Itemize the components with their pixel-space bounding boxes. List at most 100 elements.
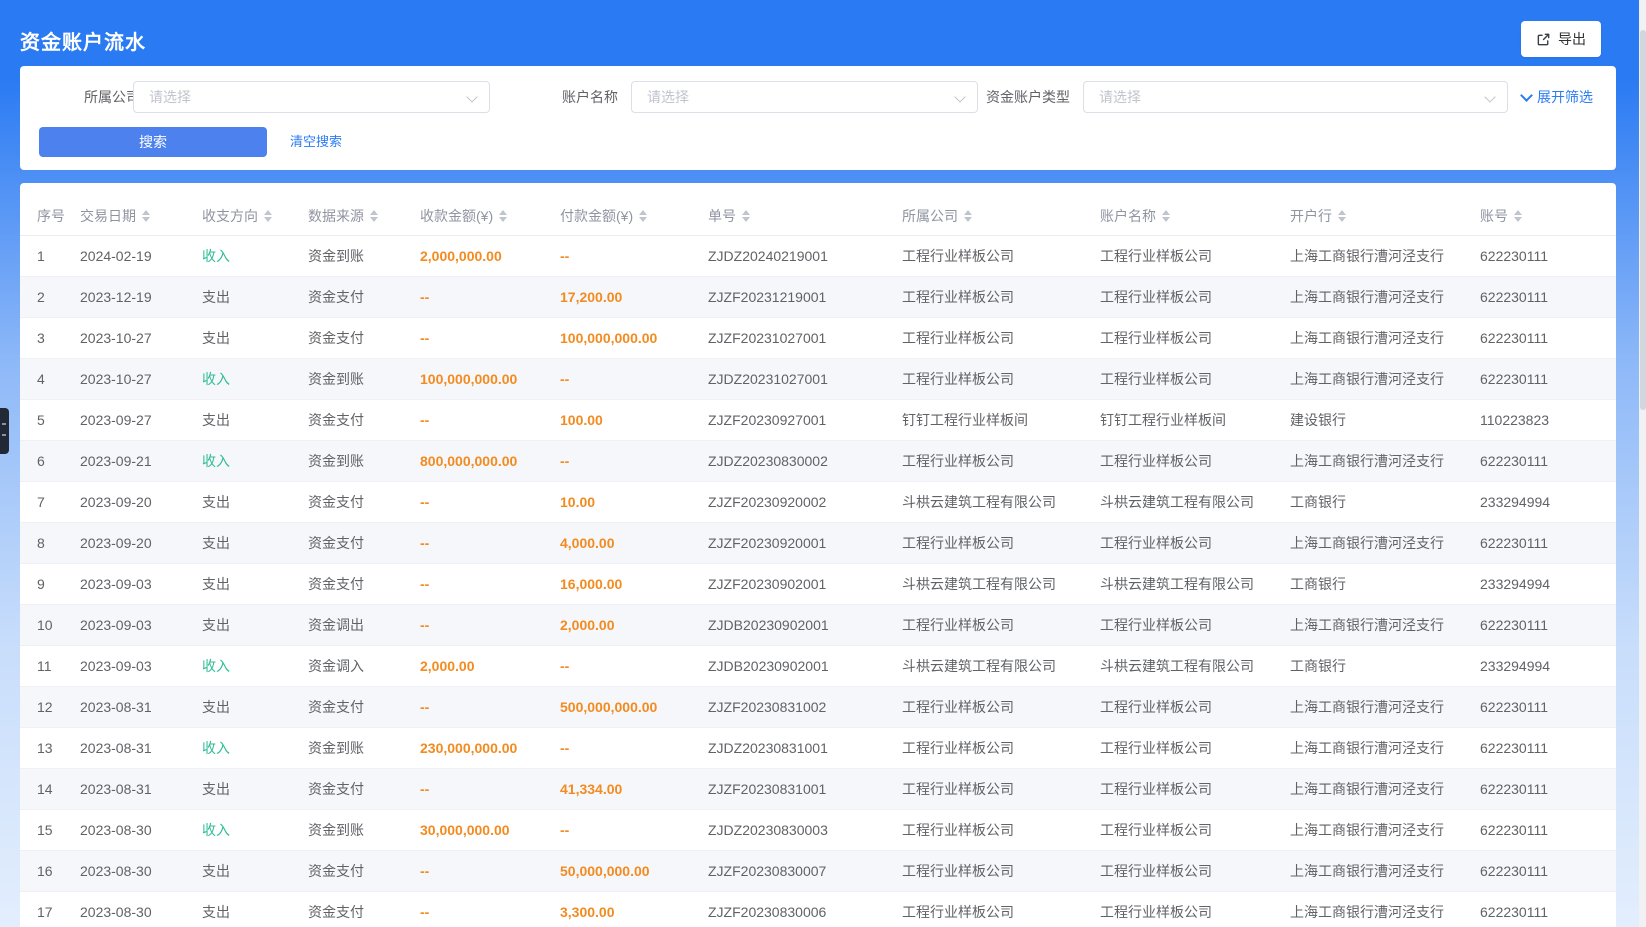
cell-income: 30,000,000.00 [410,822,550,838]
cell-account-no: 622230111 [1470,330,1616,346]
search-button[interactable]: 搜索 [39,127,267,157]
cell-expense: 4,000.00 [550,535,698,551]
table-row[interactable]: 42023-10-27收入资金到账100,000,000.00--ZJDZ202… [20,359,1616,400]
cell-account-name: 工程行业样板公司 [1090,287,1280,307]
column-header[interactable]: 收款金额(¥) [410,206,550,226]
scrollbar-thumb[interactable] [1640,30,1646,410]
cell-expense: -- [550,453,698,469]
cell-bank: 工商银行 [1280,492,1470,512]
column-header[interactable]: 单号 [698,206,892,226]
expand-filters-link[interactable]: 展开筛选 [1522,81,1593,113]
cell-bank: 上海工商银行漕河泾支行 [1280,369,1470,389]
cell-account-no: 622230111 [1470,699,1616,715]
cell-order-no: ZJDZ20231027001 [698,371,892,387]
cell-account-no: 622230111 [1470,371,1616,387]
cell-account-name: 工程行业样板公司 [1090,902,1280,922]
table-row[interactable]: 52023-09-27支出资金支付--100.00ZJZF20230927001… [20,400,1616,441]
sort-icon[interactable] [1514,210,1522,222]
column-header[interactable]: 付款金额(¥) [550,206,698,226]
clear-search-link[interactable]: 清空搜索 [290,127,342,157]
column-header[interactable]: 数据来源 [298,206,410,226]
column-header-label: 账户名称 [1100,206,1156,226]
cell-direction: 支出 [192,492,298,512]
transactions-table: 序号交易日期收支方向 数据来源收款金额(¥)付款金额(¥)单号所属公司账户名称 开户… [20,183,1616,927]
table-row[interactable]: 172023-08-30支出资金支付--3,300.00ZJZF20230830… [20,892,1616,927]
cell-date: 2023-08-30 [70,904,192,920]
cell-account-name: 工程行业样板公司 [1090,738,1280,758]
table-row[interactable]: 22023-12-19支出资金支付--17,200.00ZJZF20231219… [20,277,1616,318]
cell-expense: 41,334.00 [550,781,698,797]
table-row[interactable]: 142023-08-31支出资金支付--41,334.00ZJZF2023083… [20,769,1616,810]
cell-company: 工程行业样板公司 [892,369,1090,389]
cell-date: 2024-02-19 [70,248,192,264]
cell-seq: 17 [20,904,70,920]
cell-order-no: ZJDZ20230831001 [698,740,892,756]
cell-account-no: 622230111 [1470,535,1616,551]
export-button-label: 导出 [1558,29,1586,49]
sort-icon[interactable] [499,210,507,222]
column-header[interactable]: 账号 [1470,206,1616,226]
cell-account-name: 工程行业样板公司 [1090,246,1280,266]
column-header[interactable]: 收支方向 [192,206,298,226]
filter-select[interactable]: 请选择 [631,81,978,113]
sort-icon[interactable] [142,210,150,222]
chevron-down-icon [954,91,965,102]
cell-seq: 1 [20,248,70,264]
cell-account-no: 622230111 [1470,453,1616,469]
sort-icon[interactable] [639,210,647,222]
column-header[interactable]: 所属公司 [892,206,1090,226]
table-row[interactable]: 82023-09-20支出资金支付--4,000.00ZJZF202309200… [20,523,1616,564]
page-title: 资金账户流水 [20,26,146,55]
table-row[interactable]: 162023-08-30支出资金支付--50,000,000.00ZJZF202… [20,851,1616,892]
cell-seq: 6 [20,453,70,469]
cell-order-no: ZJZF20231219001 [698,289,892,305]
cell-account-name: 工程行业样板公司 [1090,820,1280,840]
cell-bank: 建设银行 [1280,410,1470,430]
sort-icon[interactable] [370,210,378,222]
cell-account-no: 622230111 [1470,617,1616,633]
column-header-label: 序号 [37,206,65,226]
column-header[interactable]: 账户名称 [1090,206,1280,226]
sidebar-collapsed-handle[interactable] [0,408,9,454]
filter-label: 资金账户类型 [962,81,1070,113]
sort-icon[interactable] [742,210,750,222]
table-row[interactable]: 92023-09-03支出资金支付--16,000.00ZJZF20230902… [20,564,1616,605]
sort-icon[interactable] [964,210,972,222]
cell-direction: 支出 [192,328,298,348]
sort-icon[interactable] [264,210,272,222]
filter-select[interactable]: 请选择 [133,81,490,113]
chevron-down-icon [1484,91,1495,102]
sort-icon[interactable] [1338,210,1346,222]
cell-account-no: 622230111 [1470,289,1616,305]
cell-date: 2023-09-27 [70,412,192,428]
sort-icon[interactable] [1162,210,1170,222]
cell-date: 2023-08-31 [70,740,192,756]
top-header-bar: 资金账户流水 导出 [0,0,1646,66]
chevron-down-icon [1520,89,1533,102]
export-button[interactable]: 导出 [1521,21,1601,57]
cell-order-no: ZJZF20230927001 [698,412,892,428]
cell-account-no: 233294994 [1470,494,1616,510]
column-header-label: 收支方向 [202,206,258,226]
table-row[interactable]: 62023-09-21收入资金到账800,000,000.00--ZJDZ202… [20,441,1616,482]
column-header[interactable]: 交易日期 [70,206,192,226]
table-row[interactable]: 72023-09-20支出资金支付--10.00ZJZF20230920002斗… [20,482,1616,523]
table-row[interactable]: 152023-08-30收入资金到账30,000,000.00--ZJDZ202… [20,810,1616,851]
cell-date: 2023-09-03 [70,576,192,592]
filter-select[interactable]: 请选择 [1083,81,1508,113]
cell-income: -- [410,699,550,715]
cell-date: 2023-08-31 [70,699,192,715]
cell-income: -- [410,576,550,592]
table-row[interactable]: 132023-08-31收入资金到账230,000,000.00--ZJDZ20… [20,728,1616,769]
table-row[interactable]: 122023-08-31支出资金支付--500,000,000.00ZJZF20… [20,687,1616,728]
table-row[interactable]: 112023-09-03收入资金调入2,000.00--ZJDB20230902… [20,646,1616,687]
table-row[interactable]: 102023-09-03支出资金调出--2,000.00ZJDB20230902… [20,605,1616,646]
cell-date: 2023-09-03 [70,617,192,633]
column-header-label: 开户行 [1290,206,1332,226]
select-placeholder: 请选择 [647,87,689,107]
cell-expense: 10.00 [550,494,698,510]
column-header[interactable]: 开户行 [1280,206,1470,226]
table-row[interactable]: 12024-02-19收入资金到账2,000,000.00--ZJDZ20240… [20,236,1616,277]
table-row[interactable]: 32023-10-27支出资金支付--100,000,000.00ZJZF202… [20,318,1616,359]
scrollbar-track[interactable] [1639,0,1646,927]
